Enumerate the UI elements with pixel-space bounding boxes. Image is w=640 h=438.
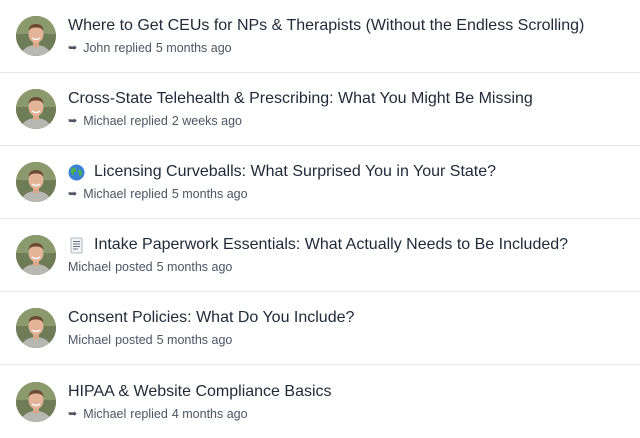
thread-text: HIPAA & Website Compliance Basics ➥ Mich… [68, 382, 332, 422]
meta-action: posted [115, 260, 153, 274]
thread-text: Where to Get CEUs for NPs & Therapists (… [68, 16, 584, 56]
meta-author: Michael [68, 333, 112, 347]
thread-title[interactable]: Intake Paperwork Essentials: What Actual… [68, 235, 568, 255]
meta-time: 5 months ago [156, 333, 233, 347]
thread-title[interactable]: Where to Get CEUs for NPs & Therapists (… [68, 16, 584, 36]
globe-icon [68, 164, 85, 181]
thread-title-text[interactable]: HIPAA & Website Compliance Basics [68, 382, 332, 402]
avatar[interactable] [16, 381, 56, 422]
meta-author: Michael [68, 260, 112, 274]
thread-title[interactable]: Consent Policies: What Do You Include? [68, 308, 354, 328]
thread-title[interactable]: Cross-State Telehealth & Prescribing: Wh… [68, 89, 533, 109]
thread-title[interactable]: HIPAA & Website Compliance Basics [68, 382, 332, 402]
avatar-image [16, 162, 56, 202]
thread-title[interactable]: Licensing Curveballs: What Surprised You… [68, 162, 496, 182]
meta-time: 5 months ago [171, 187, 248, 201]
avatar[interactable] [16, 162, 56, 202]
thread-meta: ➥ John replied 5 months ago [68, 40, 584, 56]
thread-row[interactable]: Cross-State Telehealth & Prescribing: Wh… [0, 73, 640, 146]
meta-time: 4 months ago [171, 406, 248, 421]
thread-meta: Michael posted 5 months ago [68, 332, 354, 348]
thread-title-text[interactable]: Licensing Curveballs: What Surprised You… [94, 162, 496, 182]
thread-row[interactable]: HIPAA & Website Compliance Basics ➥ Mich… [0, 365, 640, 438]
thread-row[interactable]: Where to Get CEUs for NPs & Therapists (… [0, 0, 640, 73]
meta-action: replied [114, 41, 152, 55]
avatar[interactable] [16, 16, 56, 56]
avatar-image [16, 381, 56, 422]
thread-title-text[interactable]: Where to Get CEUs for NPs & Therapists (… [68, 16, 584, 36]
thread-meta: ➥ Michael replied 5 months ago [68, 186, 496, 202]
meta-action: replied [130, 406, 168, 421]
avatar-image [16, 235, 56, 275]
thread-title-text[interactable]: Intake Paperwork Essentials: What Actual… [94, 235, 568, 255]
thread-text: Licensing Curveballs: What Surprised You… [68, 162, 496, 202]
thread-meta: ➥ Michael replied 4 months ago [68, 406, 332, 422]
thread-text: Cross-State Telehealth & Prescribing: Wh… [68, 89, 533, 129]
avatar-image [16, 16, 56, 56]
thread-text: Intake Paperwork Essentials: What Actual… [68, 235, 568, 275]
thread-row[interactable]: Consent Policies: What Do You Include? M… [0, 292, 640, 365]
meta-action: posted [115, 333, 153, 347]
thread-row[interactable]: Intake Paperwork Essentials: What Actual… [0, 219, 640, 292]
meta-action: replied [130, 114, 168, 128]
meta-author: Michael [83, 114, 127, 128]
meta-action: replied [130, 187, 168, 201]
thread-meta: Michael posted 5 months ago [68, 259, 568, 275]
reply-arrow-icon: ➥ [68, 42, 78, 54]
meta-author: John [83, 41, 111, 55]
meta-author: Michael [83, 406, 127, 421]
thread-meta: ➥ Michael replied 2 weeks ago [68, 113, 533, 129]
avatar-image [16, 308, 56, 348]
thread-list: Where to Get CEUs for NPs & Therapists (… [0, 0, 640, 438]
meta-author: Michael [83, 187, 127, 201]
reply-arrow-icon: ➥ [68, 188, 78, 200]
meta-time: 2 weeks ago [171, 114, 243, 128]
thread-title-text[interactable]: Cross-State Telehealth & Prescribing: Wh… [68, 89, 533, 109]
meta-time: 5 months ago [156, 260, 233, 274]
avatar[interactable] [16, 235, 56, 275]
thread-text: Consent Policies: What Do You Include? M… [68, 308, 354, 348]
avatar-image [16, 89, 56, 129]
thread-row[interactable]: Licensing Curveballs: What Surprised You… [0, 146, 640, 219]
reply-arrow-icon: ➥ [68, 115, 78, 127]
page-icon [68, 237, 85, 254]
meta-time: 5 months ago [155, 41, 232, 55]
reply-arrow-icon: ➥ [68, 407, 78, 420]
avatar[interactable] [16, 308, 56, 348]
avatar[interactable] [16, 89, 56, 129]
thread-title-text[interactable]: Consent Policies: What Do You Include? [68, 308, 354, 328]
